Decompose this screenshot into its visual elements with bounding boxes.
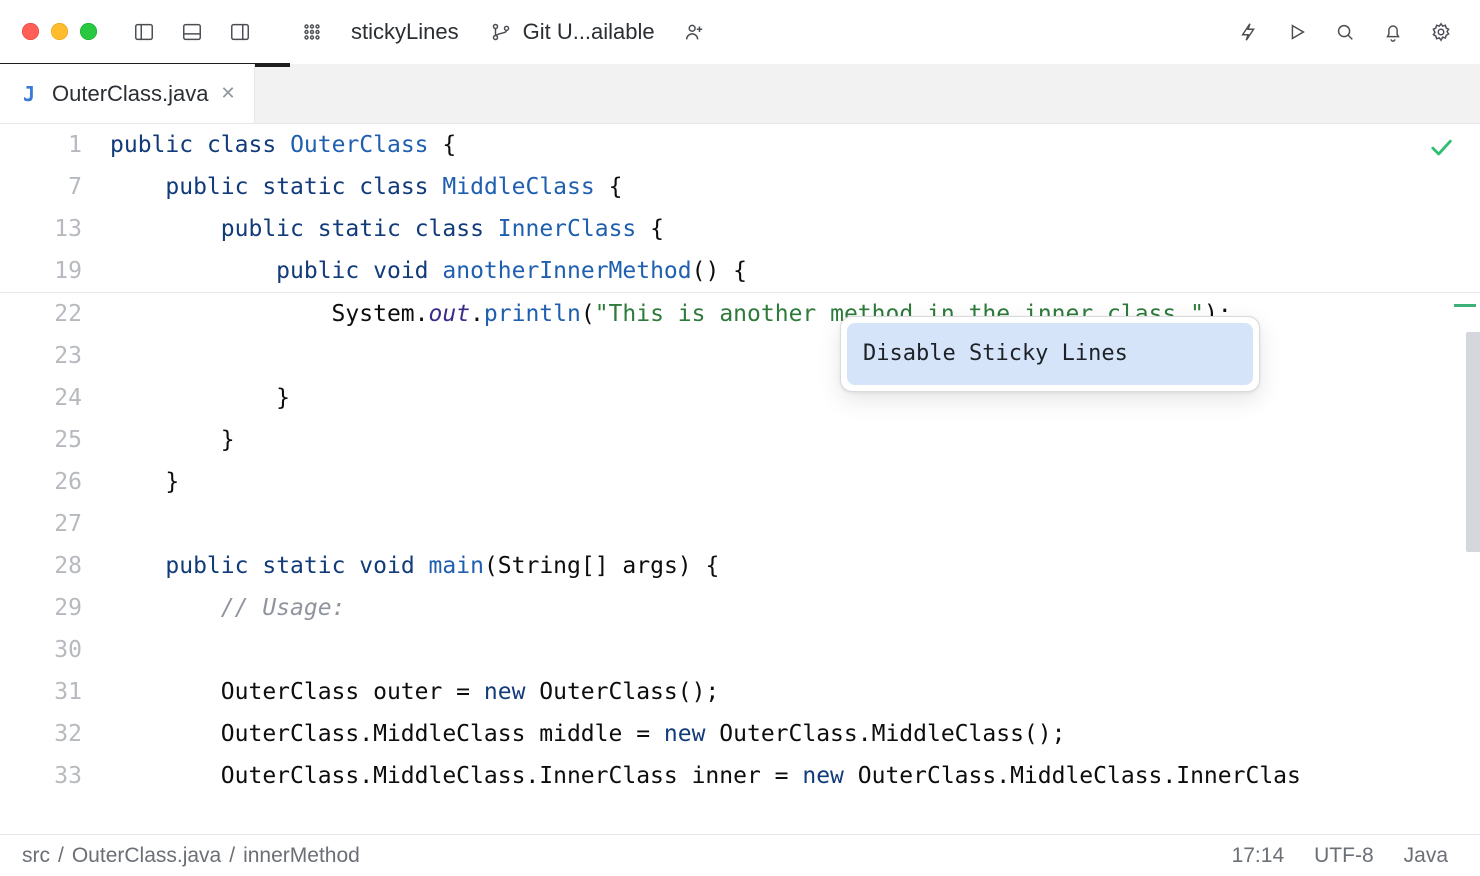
breadcrumbs[interactable]: src/ OuterClass.java/ innerMethod [22, 844, 360, 868]
sticky-line[interactable]: 7 public static class MiddleClass { [0, 166, 1480, 208]
code-line[interactable]: 31 OuterClass outer = new OuterClass(); [0, 671, 1480, 713]
bottom-panel-toggle-icon[interactable] [175, 15, 209, 49]
line-number: 23 [0, 335, 110, 377]
code-content: OuterClass outer = new OuterClass(); [110, 671, 719, 713]
collaborate-icon[interactable] [677, 15, 711, 49]
git-branch-icon [489, 20, 513, 44]
code-content: } [110, 377, 290, 419]
line-number: 31 [0, 671, 110, 713]
sticky-lines-block[interactable]: 1public class OuterClass {7 public stati… [0, 124, 1480, 293]
search-icon[interactable] [1328, 15, 1362, 49]
settings-icon[interactable] [1424, 15, 1458, 49]
code-line[interactable]: 30 [0, 629, 1480, 671]
code-content: // Usage: [110, 587, 345, 629]
titlebar: stickyLines Git U...ailable [0, 0, 1480, 64]
line-number: 28 [0, 545, 110, 587]
minimize-window-button[interactable] [51, 23, 68, 40]
breadcrumb-item[interactable]: OuterClass.java [72, 844, 221, 868]
code-content: } [110, 461, 179, 503]
code-editor[interactable]: 1public class OuterClass {7 public stati… [0, 124, 1480, 834]
breadcrumb-item[interactable]: src [22, 844, 50, 868]
editor-tabbar: J OuterClass.java ✕ [0, 64, 1480, 124]
line-number: 32 [0, 713, 110, 755]
run-icon[interactable] [1280, 15, 1314, 49]
line-number: 30 [0, 629, 110, 671]
line-number: 24 [0, 377, 110, 419]
code-line[interactable]: 33 OuterClass.MiddleClass.InnerClass inn… [0, 755, 1480, 797]
app-grid-icon[interactable] [295, 15, 329, 49]
line-number: 13 [0, 208, 110, 250]
line-number: 1 [0, 124, 110, 166]
line-number: 19 [0, 250, 110, 292]
line-number: 22 [0, 293, 110, 335]
caret-position[interactable]: 17:14 [1222, 844, 1295, 868]
code-content: public static class MiddleClass { [110, 166, 622, 208]
code-line[interactable]: 26 } [0, 461, 1480, 503]
context-menu: Disable Sticky Lines [840, 316, 1260, 392]
inspection-ok-icon[interactable] [1426, 132, 1456, 162]
line-number: 26 [0, 461, 110, 503]
breadcrumb-item[interactable]: innerMethod [243, 844, 360, 868]
sticky-line[interactable]: 1public class OuterClass { [0, 124, 1480, 166]
file-encoding[interactable]: UTF-8 [1304, 844, 1384, 868]
right-panel-toggle-icon[interactable] [223, 15, 257, 49]
minimap-marker [1454, 304, 1476, 307]
editor-tab[interactable]: J OuterClass.java ✕ [0, 64, 255, 123]
line-number: 7 [0, 166, 110, 208]
tab-label: OuterClass.java [52, 81, 209, 107]
code-line[interactable]: 28 public static void main(String[] args… [0, 545, 1480, 587]
project-name-label: stickyLines [351, 19, 459, 45]
status-bar: src/ OuterClass.java/ innerMethod 17:14 … [0, 834, 1480, 876]
ai-assistant-icon[interactable] [1232, 15, 1266, 49]
file-language[interactable]: Java [1394, 844, 1458, 868]
tab-close-icon[interactable]: ✕ [221, 83, 236, 104]
code-line[interactable]: 29 // Usage: [0, 587, 1480, 629]
menu-item-label: Disable Sticky Lines [863, 341, 1128, 366]
line-number: 29 [0, 587, 110, 629]
sticky-line[interactable]: 13 public static class InnerClass { [0, 208, 1480, 250]
code-content: public static class InnerClass { [110, 208, 664, 250]
code-content: OuterClass.MiddleClass.InnerClass inner … [110, 755, 1301, 797]
menu-item-disable-sticky-lines[interactable]: Disable Sticky Lines [847, 323, 1253, 385]
editor-scrollbar[interactable] [1466, 332, 1480, 552]
code-content: public static void main(String[] args) { [110, 545, 719, 587]
code-content: } [110, 419, 235, 461]
java-file-icon: J [18, 83, 40, 105]
code-content: OuterClass.MiddleClass middle = new Oute… [110, 713, 1065, 755]
line-number: 33 [0, 755, 110, 797]
line-number: 25 [0, 419, 110, 461]
vcs-status-label: Git U...ailable [523, 19, 655, 45]
vcs-widget-button[interactable]: Git U...ailable [481, 12, 663, 52]
code-content: public class OuterClass { [110, 124, 456, 166]
project-name-button[interactable]: stickyLines [343, 12, 467, 52]
code-line[interactable]: 32 OuterClass.MiddleClass middle = new O… [0, 713, 1480, 755]
window-controls [22, 23, 97, 40]
line-number: 27 [0, 503, 110, 545]
zoom-window-button[interactable] [80, 23, 97, 40]
code-content: public void anotherInnerMethod() { [110, 250, 747, 292]
sticky-line[interactable]: 19 public void anotherInnerMethod() { [0, 250, 1480, 292]
code-line[interactable]: 27 [0, 503, 1480, 545]
close-window-button[interactable] [22, 23, 39, 40]
code-line[interactable]: 25 } [0, 419, 1480, 461]
notifications-icon[interactable] [1376, 15, 1410, 49]
left-panel-toggle-icon[interactable] [127, 15, 161, 49]
